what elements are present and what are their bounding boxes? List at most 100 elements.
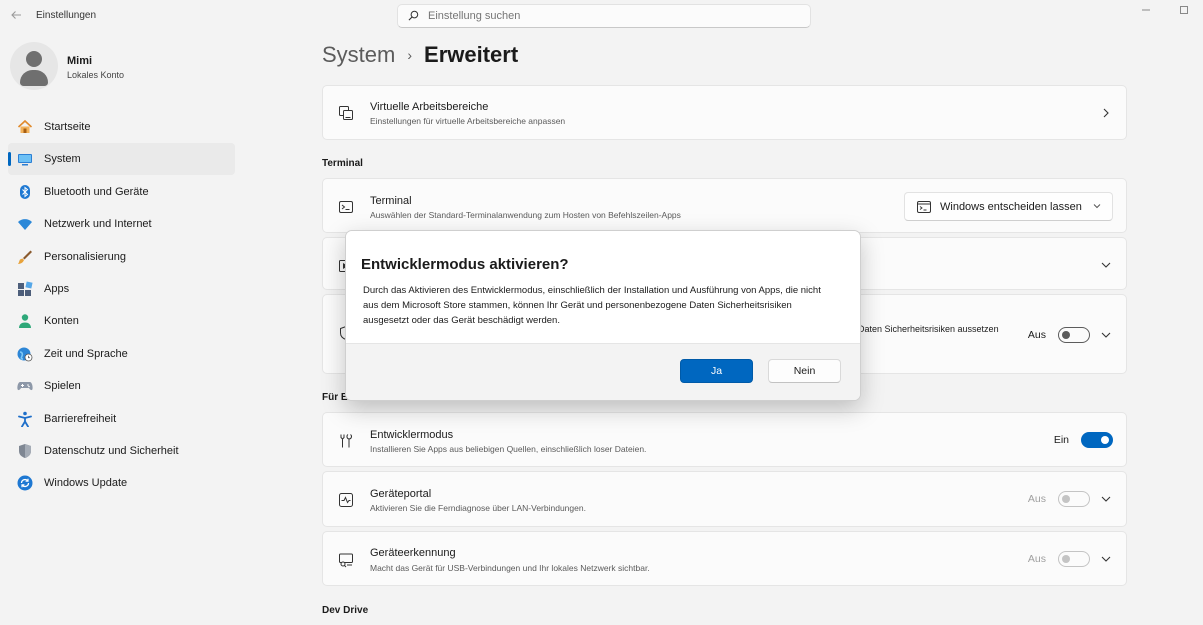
device-discovery-toggle-label: Aus [1027,553,1046,565]
developer-mode-toggle[interactable] [1081,432,1113,448]
brush-icon [18,250,32,264]
device-search-icon [339,553,353,568]
terminal-description: Auswählen der Standard-Terminalanwendung… [370,210,681,220]
virtual-desktop-icon [339,106,353,120]
system-display-icon [18,154,32,166]
window-controls [1127,0,1203,20]
sidebar-item-netzwerk[interactable]: Netzwerk und Internet [8,208,235,240]
sidebar-item-spielen[interactable]: Spielen [8,370,235,402]
sidebar-item-konten[interactable]: Konten [8,305,235,337]
chevron-down-icon [1093,204,1101,209]
sidebar-item-label: Konten [44,315,79,328]
gamepad-icon [17,382,33,391]
bluetooth-icon [20,184,30,199]
sidebar-item-label: System [44,153,81,166]
chevron-down-icon [1101,496,1111,502]
terminal-card: Terminal Auswählen der Standard-Terminal… [322,178,1127,233]
sidebar-item-label: Personalisierung [44,250,126,263]
device-portal-card[interactable]: Geräteportal Aktivieren Sie die Ferndiag… [322,471,1127,527]
home-icon [17,119,33,133]
device-portal-toggle-label: Aus [1027,493,1046,505]
device-discovery-title: Geräteerkennung [370,547,456,559]
device-portal-title: Geräteportal [370,488,432,500]
developer-mode-card: Entwicklermodus Installieren Sie Apps au… [322,412,1127,467]
sidebar-item-bluetooth[interactable]: Bluetooth und Geräte [8,176,235,208]
security-toggle-label: Aus [1027,329,1046,341]
maximize-button[interactable] [1165,0,1203,20]
confirm-button[interactable]: Ja [680,359,753,383]
terminal-dropdown-value: Windows entscheiden lassen [940,201,1082,213]
breadcrumb-parent[interactable]: System [322,42,395,68]
chevron-right-icon [1103,108,1109,118]
terminal-app-dropdown[interactable]: Windows entscheiden lassen [904,192,1113,221]
wifi-icon [18,219,32,231]
sidebar-item-label: Barrierefreiheit [44,412,117,425]
sidebar-item-label: Windows Update [44,477,128,490]
sidebar-item-zeit-sprache[interactable]: Zeit und Sprache [8,338,235,370]
developer-mode-description: Installieren Sie Apps aus beliebigen Que… [370,444,647,454]
sidebar-item-label: Startseite [44,121,91,133]
account-icon [19,314,31,329]
device-portal-toggle-group: Aus [1028,491,1090,507]
sidebar-item-label: Bluetooth und Geräte [44,185,149,198]
security-toggle-group: Aus [1028,327,1090,343]
dialog-message: Durch das Aktivieren des Entwicklermodus… [363,285,821,326]
profile-name: Mimi [67,55,93,67]
shield-icon [19,443,31,458]
app-title: Einstellungen [36,10,97,21]
confirm-developer-mode-dialog: Entwicklermodus aktivieren? Durch das Ak… [345,230,861,401]
search-icon [408,10,419,21]
device-discovery-card[interactable]: Geräteerkennung Macht das Gerät für USB-… [322,531,1127,586]
diagnostics-icon [339,493,353,507]
dialog-title: Entwicklermodus aktivieren? [361,256,569,273]
sidebar-item-apps[interactable]: Apps [8,273,235,305]
developer-tools-icon [340,434,352,448]
sidebar-item-system[interactable]: System [8,143,235,176]
globe-clock-icon [17,347,33,362]
chevron-down-icon [1101,332,1111,338]
title-bar: Einstellungen [0,0,1203,32]
virtual-workspaces-card[interactable]: Virtuelle Arbeitsbereiche Einstellungen … [322,85,1127,140]
breadcrumb: System › Erweitert [322,42,518,68]
dialog-footer: Ja Nein [346,343,860,400]
sidebar-nav: Startseite System Bluetooth und Geräte N… [8,111,235,500]
cancel-button[interactable]: Nein [768,359,841,383]
breadcrumb-separator: › [407,47,413,63]
section-dev-drive: Dev Drive [322,605,369,616]
developer-mode-toggle-group: Ein [1054,432,1113,448]
virtual-workspaces-title: Virtuelle Arbeitsbereiche [370,101,489,113]
search-input[interactable] [428,5,798,27]
windows-update-icon [17,475,33,491]
sidebar-item-windows-update[interactable]: Windows Update [8,467,235,499]
sidebar-item-datenschutz[interactable]: Datenschutz und Sicherheit [8,435,235,467]
developer-mode-toggle-label: Ein [1053,434,1069,446]
device-portal-description: Aktivieren Sie die Ferndiagnose über LAN… [370,503,586,513]
sidebar-item-label: Apps [44,282,70,295]
terminal-app-icon [917,201,931,213]
chevron-down-icon [1101,556,1111,562]
device-discovery-description: Macht das Gerät für USB-Verbindungen und… [370,563,650,573]
avatar [10,42,58,90]
back-arrow-icon[interactable] [10,9,24,23]
developer-mode-title: Entwicklermodus [370,429,454,441]
user-profile[interactable]: Mimi Lokales Konto [10,42,230,90]
chevron-down-icon [1101,262,1111,268]
sidebar-item-startseite[interactable]: Startseite [8,111,235,143]
security-setting-partial-text: Daten Sicherheitsrisiken aussetzen [858,324,999,334]
sidebar-item-barrierefreiheit[interactable]: Barrierefreiheit [8,403,235,435]
active-indicator [8,152,11,167]
maximize-icon [1180,6,1188,14]
profile-account-type: Lokales Konto [67,70,125,80]
search-box[interactable] [397,4,811,28]
security-toggle[interactable] [1058,327,1090,343]
section-for-developers: Für E [322,392,348,403]
sidebar-item-personalisierung[interactable]: Personalisierung [8,241,235,273]
device-discovery-toggle-group: Aus [1028,551,1090,567]
terminal-title: Terminal [370,195,412,207]
page-title: Erweitert [424,42,519,67]
device-discovery-toggle[interactable] [1058,551,1090,567]
accessibility-icon [18,411,32,427]
section-terminal: Terminal [322,158,363,169]
minimize-button[interactable] [1127,0,1165,20]
device-portal-toggle[interactable] [1058,491,1090,507]
